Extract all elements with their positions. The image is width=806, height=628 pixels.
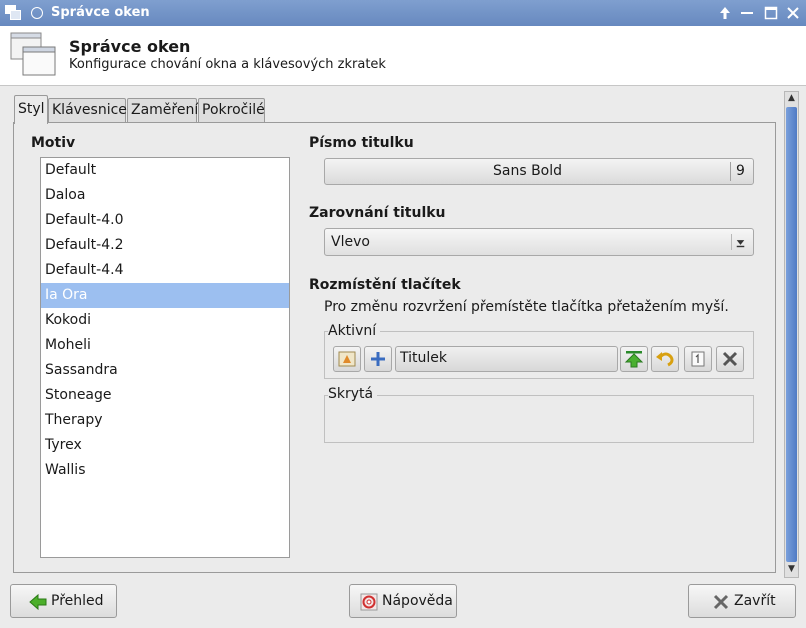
window-manager-icon [10, 32, 56, 76]
font-label: Písmo titulku [309, 135, 414, 151]
font-chooser-button[interactable]: Sans Bold 9 [324, 158, 754, 185]
theme-label: Motiv [31, 135, 76, 151]
close-button[interactable]: Zavřít [688, 584, 796, 618]
list-item[interactable]: Default-4.4 [41, 258, 289, 283]
shade-up-icon[interactable] [716, 4, 734, 22]
help-button[interactable]: Nápověda [349, 584, 457, 618]
button-layout-hint: Pro změnu rozvržení přemístěte tlačítka … [324, 299, 729, 315]
close-button-item[interactable] [716, 346, 744, 372]
list-item[interactable]: Sassandra [41, 358, 289, 383]
plus-icon [371, 352, 385, 366]
alignment-value: Vlevo [331, 234, 370, 250]
list-item-selected[interactable]: Ia Ora [41, 283, 289, 308]
page-title: Správce oken [69, 37, 191, 56]
title-item[interactable]: Titulek [395, 346, 618, 372]
scroll-thumb[interactable] [786, 107, 797, 562]
tab-pokrocile[interactable]: Pokročilé [198, 98, 265, 123]
alignment-select[interactable]: Vlevo [324, 228, 754, 256]
back-arrow-icon [29, 593, 47, 611]
minimize-icon[interactable] [738, 4, 756, 22]
overview-button[interactable]: Přehled [10, 584, 117, 618]
active-group-title: Aktivní [328, 323, 381, 339]
keep-above-button-item[interactable] [651, 346, 679, 372]
window-menu-icon [338, 351, 356, 367]
theme-list[interactable]: Default Daloa Default-4.0 Default-4.2 De… [40, 157, 290, 558]
help-button-item[interactable] [684, 346, 712, 372]
list-item[interactable]: Default-4.2 [41, 233, 289, 258]
sticky-button-item[interactable] [364, 346, 392, 372]
scroll-up-icon[interactable]: ▲ [785, 92, 798, 105]
tab-styl[interactable]: Styl [14, 95, 48, 124]
window-menu-icon[interactable] [5, 5, 21, 20]
page-subtitle: Konfigurace chování okna a klávesových z… [69, 57, 386, 72]
window-title: Správce oken [51, 5, 150, 20]
undo-arrow-icon [656, 352, 674, 367]
close-label: Zavřít [734, 593, 776, 609]
list-item[interactable]: Daloa [41, 183, 289, 208]
hidden-buttons-group[interactable] [324, 395, 754, 443]
close-icon [722, 351, 738, 367]
tab-label: Zaměření [131, 102, 199, 118]
tab-zamereni[interactable]: Zaměření [127, 98, 199, 123]
list-item[interactable]: Default-4.0 [41, 208, 289, 233]
font-size: 9 [736, 163, 745, 179]
font-name: Sans Bold [492, 163, 563, 179]
scroll-down-icon[interactable]: ▼ [785, 563, 798, 576]
vertical-scrollbar[interactable]: ▲ ▼ [784, 91, 799, 578]
list-item[interactable]: Moheli [41, 333, 289, 358]
window-titlebar: Správce oken [0, 0, 806, 26]
close-icon [713, 594, 729, 610]
shade-button-item[interactable] [620, 346, 648, 372]
list-item[interactable]: Therapy [41, 408, 289, 433]
help-label: Nápověda [382, 593, 453, 609]
tab-label: Klávesnice [52, 102, 127, 118]
list-item[interactable]: Tyrex [41, 433, 289, 458]
tab-label: Pokročilé [202, 102, 265, 118]
tab-klavesnice[interactable]: Klávesnice [48, 98, 127, 123]
module-header: Správce oken Konfigurace chování okna a … [0, 26, 806, 86]
close-icon[interactable] [784, 4, 802, 22]
help-icon [360, 593, 378, 611]
tab-label: Styl [18, 101, 45, 117]
overview-label: Přehled [51, 593, 104, 609]
font-separator [730, 162, 731, 181]
sticky-icon[interactable] [31, 7, 43, 19]
maximize-icon[interactable] [762, 4, 780, 22]
hidden-group-title: Skrytá [328, 386, 378, 402]
button-layout-label: Rozmístění tlačítek [309, 277, 461, 293]
shade-up-icon [624, 351, 644, 368]
menu-button-item[interactable] [333, 346, 361, 372]
list-item[interactable]: Kokodi [41, 308, 289, 333]
list-item[interactable]: Stoneage [41, 383, 289, 408]
list-item[interactable]: Wallis [41, 458, 289, 483]
list-item[interactable]: Default [41, 158, 289, 183]
chevron-down-icon[interactable] [731, 234, 749, 250]
alignment-label: Zarovnání titulku [309, 205, 446, 221]
blank-window-icon [691, 351, 705, 367]
